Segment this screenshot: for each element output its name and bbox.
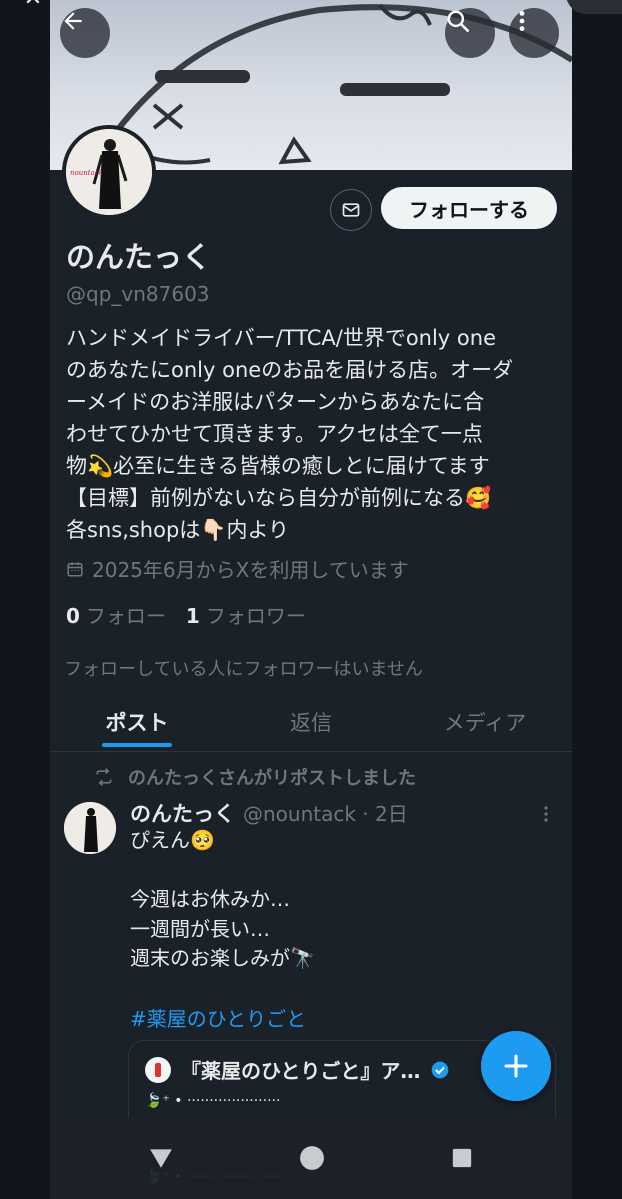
nav-back-button[interactable] <box>141 1138 181 1178</box>
envelope-icon <box>342 203 360 217</box>
post-header: のんたっく @nountack · 2日 <box>130 798 408 828</box>
triangle-back-icon <box>150 1149 172 1168</box>
quoted-avatar <box>145 1056 171 1083</box>
back-button[interactable] <box>60 8 110 58</box>
more-options-button[interactable] <box>509 8 559 58</box>
following-link[interactable]: 0 フォロー <box>66 600 166 629</box>
search-button[interactable] <box>445 8 495 58</box>
arrow-left-icon <box>64 12 82 30</box>
right-dim-margin <box>572 0 622 1199</box>
more-vertical-icon <box>519 11 525 31</box>
square-recents-icon <box>452 1148 472 1168</box>
post-body: ぴえん🥺 今週はお休みか… 一週間が長い… 週末のお楽しみが🔭 <box>130 826 550 974</box>
compose-button[interactable] <box>481 1031 551 1101</box>
post-avatar-photo <box>64 802 116 854</box>
profile-avatar[interactable]: nountack <box>62 125 156 219</box>
followers-count: 1 <box>185 604 200 628</box>
post-line: ぴえん🥺 <box>130 828 215 852</box>
more-vertical-icon <box>544 806 548 822</box>
post-more-button[interactable] <box>534 802 558 826</box>
following-count: 0 <box>66 604 80 628</box>
repost-text: のんたっくさんがリポストしました <box>128 768 416 789</box>
tab-media[interactable]: メディア <box>398 695 572 751</box>
left-dim-margin <box>0 0 50 1199</box>
circle-home-icon <box>300 1146 324 1170</box>
avatar-caption: nountack <box>70 169 103 177</box>
quoted-title: 『薬屋のひとりごと』ア… <box>181 1059 421 1083</box>
calendar-icon <box>67 561 83 576</box>
profile-bio: ハンドメイドライバー/TTCA/世界でonly one のあなたにonly on… <box>66 326 514 542</box>
post-hashtag[interactable]: #薬屋のひとりごと <box>130 1003 306 1032</box>
nav-home-button[interactable] <box>292 1138 332 1178</box>
post-author-name[interactable]: のんたっく <box>130 798 235 828</box>
post-line: 今週はお休みか… <box>130 887 290 911</box>
repost-icon <box>96 768 112 786</box>
profile-screen: nountack フォローする のんたっく @qp_vn87603 ハンドメイド… <box>50 0 572 1199</box>
joined-date: 2025年6月からXを利用しています <box>66 554 409 583</box>
nav-recents-button[interactable] <box>442 1138 482 1178</box>
mutual-followers-note: フォローしている人にフォロワーはいません <box>64 659 423 680</box>
quoted-line: 🍃⁺ • ····················· <box>145 1093 281 1109</box>
follow-counts: 0 フォロー 1 フォロワー <box>66 600 306 629</box>
follow-button[interactable]: フォローする <box>381 187 557 229</box>
system-navigation-bar <box>50 1118 572 1199</box>
repost-indicator: のんたっくさんがリポストしました <box>94 764 416 790</box>
profile-display-name: のんたっく <box>66 240 212 274</box>
search-icon <box>447 10 470 33</box>
message-button[interactable] <box>330 189 372 231</box>
plus-icon <box>504 1054 528 1078</box>
joined-text: 2025年6月からXを利用しています <box>92 558 409 582</box>
post-author-meta: @nountack · 2日 <box>243 802 408 826</box>
profile-tabs: ポスト 返信 メディア <box>50 695 572 752</box>
post-line: 一週間が長い… <box>130 916 270 941</box>
quoted-avatar-icon <box>155 1062 161 1077</box>
tab-replies[interactable]: 返信 <box>224 695 398 751</box>
tab-posts[interactable]: ポスト <box>50 695 224 751</box>
followers-link[interactable]: 1 フォロワー <box>186 600 306 629</box>
verified-badge-icon <box>432 1061 449 1078</box>
following-label: フォロー <box>85 604 166 628</box>
post-line <box>130 856 550 886</box>
post-line: 週末のお楽しみが🔭 <box>130 946 315 970</box>
quoted-post-header: 『薬屋のひとりごと』ア… <box>145 1055 450 1084</box>
post-author-avatar[interactable] <box>64 802 116 854</box>
profile-handle: @qp_vn87603 <box>66 282 210 306</box>
followers-label: フォロワー <box>205 604 306 628</box>
